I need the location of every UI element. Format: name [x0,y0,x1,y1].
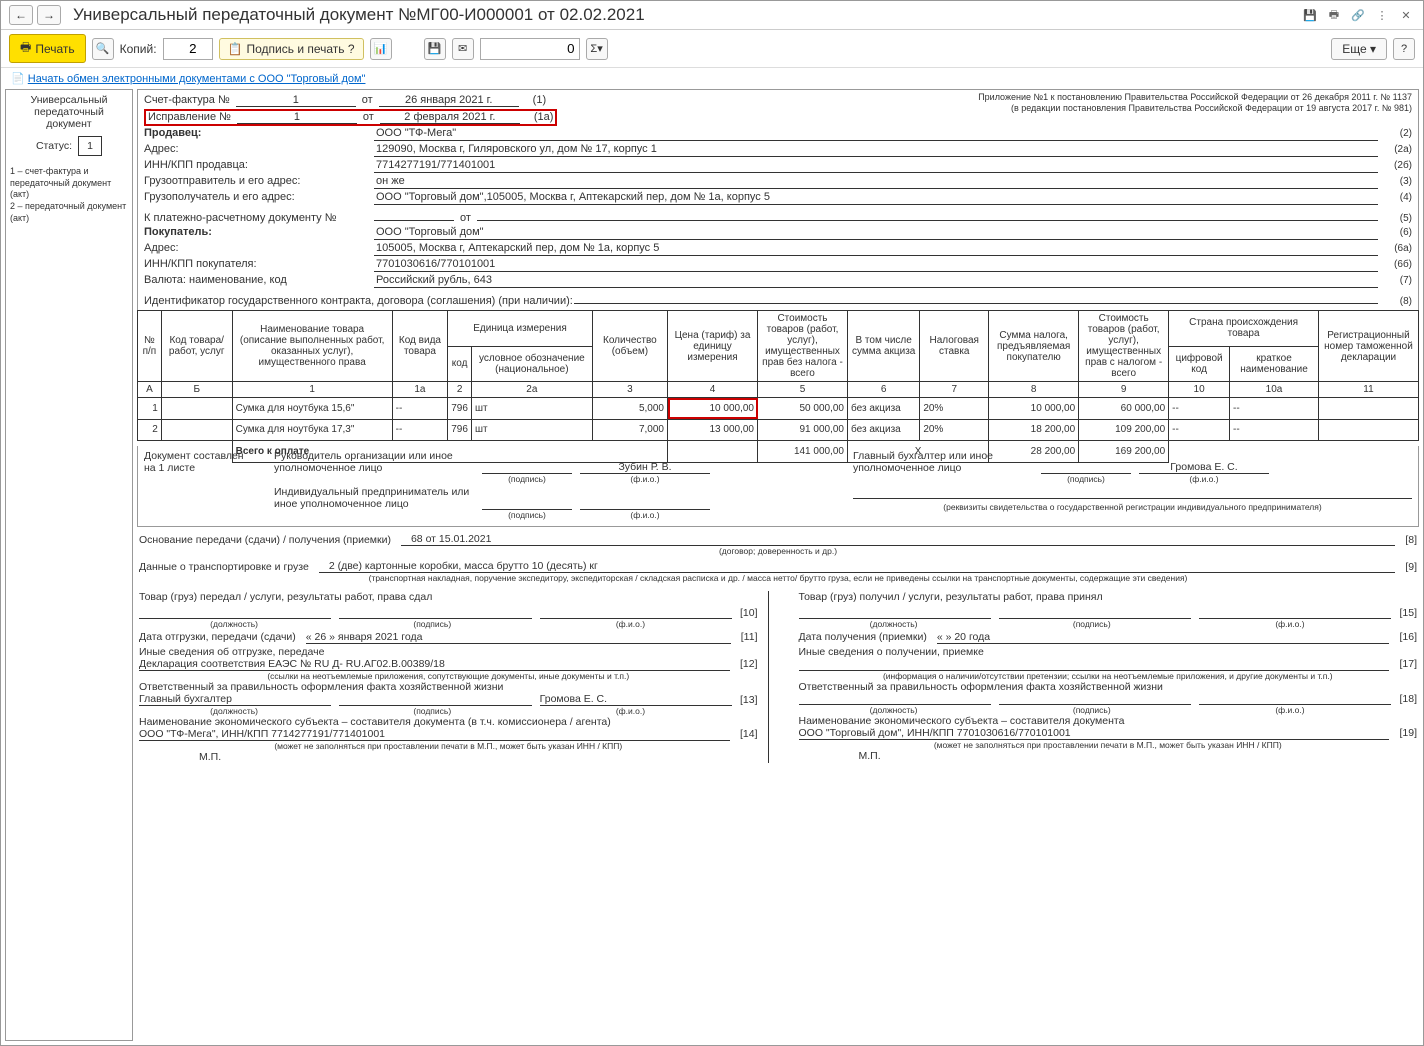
table-row: 2Сумка для ноутбука 17,3"--796шт7,00013 … [138,419,1419,441]
printer-icon: 🖶 [20,38,31,59]
status-value: 1 [78,136,102,156]
window-title: Универсальный передаточный документ №МГ0… [73,5,1301,25]
table-row: 1Сумка для ноутбука 15,6"--796шт5,00010 … [138,398,1419,420]
help-button[interactable]: ? [1393,38,1415,60]
sidebar-note: 1 – счет-фактура и передаточный документ… [10,166,128,224]
status-label: Статус: [36,140,72,152]
toolbar: 🖶Печать 🔍 Копий: 📋Подпись и печать ? 📊 💾… [1,30,1423,68]
sigma-button[interactable]: Σ▾ [586,38,608,60]
sf-label: Счет-фактура № [144,94,230,106]
stamp-icon: 📋 [228,42,243,56]
sidebar: Универсальный передаточный документ Стат… [5,89,133,1041]
print-icon[interactable]: 🖶 [1325,6,1343,24]
appendix-1: Приложение №1 к постановлению Правительс… [892,92,1412,103]
doc-icon: 📄 [11,73,25,85]
save-icon[interactable]: 💾 [1301,6,1319,24]
footer-block: Документ составлен на 1 листе Руководите… [137,446,1419,527]
print-button[interactable]: 🖶Печать [9,34,86,63]
sf-num: 1 [236,94,356,107]
more-icon[interactable]: ⋮ [1373,6,1391,24]
copies-label: Копий: [120,42,157,56]
edo-link[interactable]: Начать обмен электронными документами с … [28,73,366,85]
clip-icon[interactable]: 🔗 [1349,6,1367,24]
titlebar: ← → Универсальный передаточный документ … [1,1,1423,30]
correction-row: Исправление № 1 от 2 февраля 2021 г. (1а… [144,109,557,126]
sf-date: 26 января 2021 г. [379,94,519,107]
items-table: № п/п Код товара/ работ, услуг Наименова… [137,310,1419,446]
appendix-2: (в редакции постановления Правительства … [892,103,1412,114]
mail-button[interactable]: ✉ [452,38,474,60]
link-bar: 📄 Начать обмен электронными документами … [1,68,1423,89]
sidebar-title: Универсальный передаточный документ [10,94,128,130]
more-button[interactable]: Еще ▾ [1331,38,1387,60]
forward-button[interactable]: → [37,5,61,25]
copies-input[interactable] [163,38,213,60]
sign-button[interactable]: 📋Подпись и печать ? [219,38,364,60]
header-block: Приложение №1 к постановлению Правительс… [137,89,1419,310]
sum-input[interactable] [480,38,580,60]
sheet-button[interactable]: 📊 [370,38,392,60]
back-button[interactable]: ← [9,5,33,25]
save-button[interactable]: 💾 [424,38,446,60]
preview-button[interactable]: 🔍 [92,38,114,60]
close-icon[interactable]: ✕ [1397,6,1415,24]
